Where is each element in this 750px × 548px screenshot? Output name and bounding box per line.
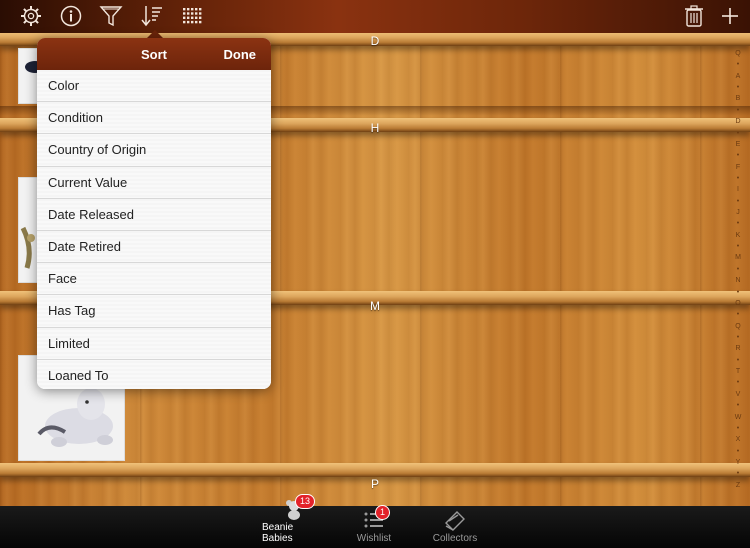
index-letter[interactable]: K: [736, 232, 741, 240]
index-dot: •: [736, 197, 740, 205]
index-letter[interactable]: O: [735, 300, 740, 308]
index-dot: •: [736, 447, 740, 455]
index-letter[interactable]: M: [735, 254, 741, 262]
tab-collectors[interactable]: Collectors: [426, 506, 484, 548]
app-window: D H M P Q • A • B • D • E • F • I • J • K • M • N • O • Q • R • T • V •…: [0, 0, 750, 548]
sort-option-date-released[interactable]: Date Released: [37, 198, 271, 231]
top-toolbar: [0, 0, 750, 33]
index-dot: •: [736, 288, 740, 296]
filter-icon[interactable]: [97, 3, 125, 29]
sort-option-country-of-origin[interactable]: Country of Origin: [37, 134, 271, 167]
index-letter[interactable]: V: [736, 391, 741, 399]
sort-icon[interactable]: [138, 3, 166, 29]
info-icon[interactable]: [57, 3, 85, 29]
index-letter[interactable]: D: [735, 118, 740, 126]
index-letter[interactable]: T: [736, 368, 740, 376]
index-letter[interactable]: X: [736, 436, 741, 444]
index-letter[interactable]: F: [736, 164, 740, 172]
index-dot: •: [736, 174, 740, 182]
tab-label: Beanie Babies: [262, 522, 294, 544]
index-letter[interactable]: Y: [736, 459, 741, 467]
sort-options-list: Color Condition Country of Origin Curren…: [37, 70, 271, 389]
index-dot: •: [736, 152, 740, 160]
index-dot: •: [736, 61, 740, 69]
plus-icon[interactable]: [716, 3, 744, 29]
index-letter[interactable]: Q: [735, 323, 740, 331]
index-letter[interactable]: Z: [736, 482, 740, 490]
alphabet-index-bar[interactable]: Q • A • B • D • E • F • I • J • K • M • N • O • Q • R • T • V • W • X • Y • Z: [732, 50, 744, 490]
index-dot: •: [736, 402, 740, 410]
index-dot: •: [736, 129, 740, 137]
tab-badge: 1: [375, 505, 391, 520]
shelf-label-p: P: [370, 477, 379, 491]
tab-wishlist[interactable]: 1 Wishlist: [350, 505, 398, 548]
sort-option-date-retired[interactable]: Date Retired: [37, 230, 271, 264]
gear-icon[interactable]: [17, 3, 45, 29]
sort-option-condition[interactable]: Condition: [37, 102, 271, 135]
sort-option-has-tag[interactable]: Has Tag: [37, 295, 271, 328]
sort-option-face[interactable]: Face: [37, 263, 271, 296]
collectors-icon: [443, 509, 467, 531]
popover-header: Sort Done: [37, 38, 271, 70]
index-letter[interactable]: W: [735, 414, 742, 422]
index-letter[interactable]: I: [737, 186, 739, 194]
index-dot: •: [736, 424, 740, 432]
tab-label: Collectors: [432, 533, 478, 544]
index-dot: •: [736, 243, 740, 251]
shelf-p: [0, 463, 750, 477]
tab-beanie-babies[interactable]: 13 Beanie Babies: [262, 494, 326, 548]
index-dot: •: [736, 356, 740, 364]
sort-option-current-value[interactable]: Current Value: [37, 166, 271, 199]
done-button[interactable]: Done: [224, 47, 257, 62]
tab-label: Wishlist: [356, 533, 392, 544]
index-letter[interactable]: B: [736, 95, 741, 103]
index-letter[interactable]: R: [735, 345, 740, 353]
sort-option-loaned-to[interactable]: Loaned To: [37, 359, 271, 389]
index-dot: •: [736, 311, 740, 319]
index-letter[interactable]: Q: [735, 50, 740, 58]
index-dot: •: [736, 470, 740, 478]
index-letter[interactable]: A: [736, 73, 741, 81]
index-dot: •: [736, 379, 740, 387]
trash-icon[interactable]: [680, 3, 708, 29]
grid-icon[interactable]: [178, 3, 206, 29]
bottom-tab-bar: 13 Beanie Babies 1 Wishlist Collectors: [0, 494, 750, 548]
index-letter[interactable]: N: [735, 277, 740, 285]
list-icon: 1: [363, 505, 391, 531]
tab-badge: 13: [295, 494, 316, 509]
sort-option-limited[interactable]: Limited: [37, 327, 271, 360]
sort-option-color[interactable]: Color: [37, 70, 271, 103]
bear-icon: 13: [283, 494, 316, 520]
index-dot: •: [736, 220, 740, 228]
index-letter[interactable]: J: [736, 209, 740, 217]
index-letter[interactable]: E: [736, 141, 741, 149]
index-dot: •: [736, 84, 740, 92]
sort-popover: Sort Done Color Condition Country of Ori…: [37, 38, 271, 389]
index-dot: •: [736, 265, 740, 273]
index-dot: •: [736, 106, 740, 114]
index-dot: •: [736, 333, 740, 341]
